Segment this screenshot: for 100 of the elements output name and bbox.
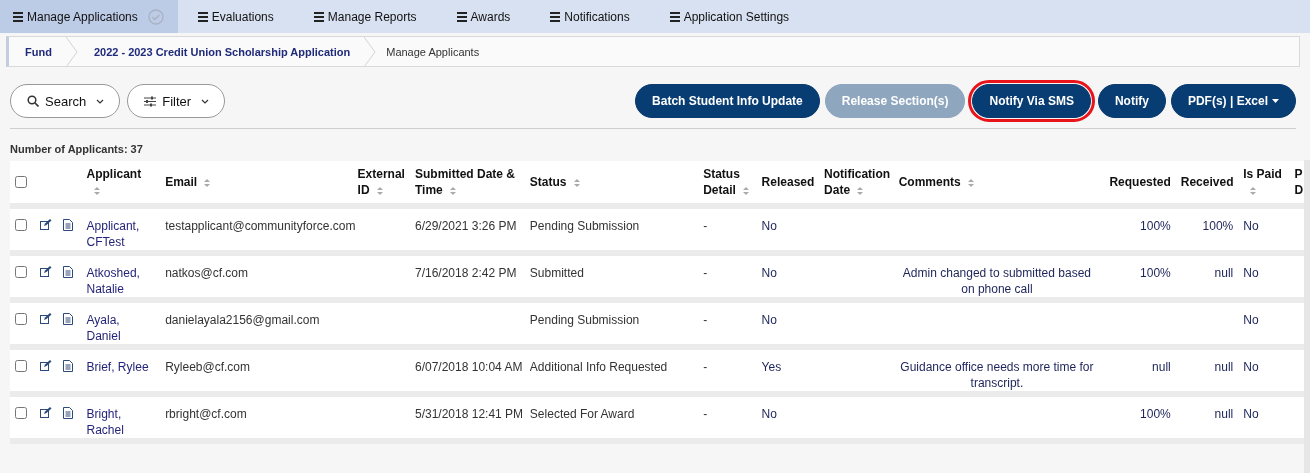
breadcrumb-current: Manage Applicants xyxy=(385,45,481,58)
table-cell: 100% xyxy=(1140,218,1171,234)
checkbox[interactable] xyxy=(15,313,27,325)
sort-icon xyxy=(375,185,384,196)
table-cell: 5/31/2018 12:41 PM xyxy=(415,406,524,422)
checkbox[interactable] xyxy=(15,266,27,278)
column-header[interactable]: Applicant xyxy=(86,166,156,198)
checkbox[interactable] xyxy=(15,407,27,419)
table-cell: - xyxy=(703,218,708,234)
nav-tab[interactable]: Evaluations xyxy=(177,0,294,33)
table-cell: 6/29/2021 3:26 PM xyxy=(415,218,517,234)
table-cell: No xyxy=(1243,359,1259,375)
table-cell: Selected For Award xyxy=(529,406,635,422)
nav-tab[interactable]: Manage Reports xyxy=(293,0,437,33)
column-header[interactable]: Status Detail xyxy=(703,166,752,198)
table-cell: Yes xyxy=(761,359,782,375)
menu-icon xyxy=(456,10,467,23)
search-button[interactable]: Search xyxy=(10,84,121,118)
table-cell: natkos@cf.com xyxy=(165,265,248,281)
table-cell: No xyxy=(1243,312,1259,328)
sliders-icon xyxy=(144,95,157,107)
table-cell-text: Admin changed to submitted based on phone call xyxy=(901,265,1092,297)
sort-icon xyxy=(203,177,212,188)
document-icon[interactable] xyxy=(63,407,74,419)
edit-icon[interactable] xyxy=(40,407,53,418)
document-icon[interactable] xyxy=(63,313,74,325)
checkbox[interactable] xyxy=(15,219,27,231)
column-header[interactable]: P D xyxy=(1294,166,1304,198)
table-cell: No xyxy=(1243,406,1259,422)
nav-tab[interactable]: Manage Applications xyxy=(0,0,178,33)
action-button[interactable]: Notify xyxy=(1097,84,1166,118)
edit-icon[interactable] xyxy=(40,313,53,324)
applicant-link[interactable]: Applicant, CFTest xyxy=(86,218,156,250)
document-icon[interactable] xyxy=(63,219,74,231)
search-icon xyxy=(27,95,39,107)
table-cell: - xyxy=(703,265,708,281)
sort-icon xyxy=(572,177,581,188)
menu-icon xyxy=(550,10,561,23)
table-cell: No xyxy=(761,406,777,422)
menu-icon xyxy=(197,10,208,23)
applicant-link[interactable]: Atkoshed, Natalie xyxy=(86,265,156,297)
sort-icon xyxy=(966,177,975,188)
column-header[interactable]: External ID xyxy=(357,166,405,198)
column-header[interactable]: Email xyxy=(165,174,348,190)
sort-icon xyxy=(92,185,101,196)
table-cell: No xyxy=(761,265,777,281)
table-cell: - xyxy=(703,406,708,422)
applicant-link[interactable]: Bright, Rachel xyxy=(86,406,156,438)
table-cell: rbright@cf.com xyxy=(165,406,247,422)
column-header[interactable]: Submitted Date & Time xyxy=(415,166,520,198)
table-cell: null xyxy=(1214,359,1234,375)
document-icon[interactable] xyxy=(63,360,74,372)
breadcrumb-link[interactable]: Fund xyxy=(9,45,68,58)
table-cell: No xyxy=(761,312,777,328)
menu-icon xyxy=(669,10,680,23)
action-button[interactable]: Batch Student Info Update xyxy=(635,84,820,118)
column-header[interactable]: Comments xyxy=(898,174,1096,190)
menu-icon xyxy=(13,10,23,23)
table-cell: Submitted xyxy=(529,265,584,281)
table-cell-text: Guidance office needs more time for transcript. xyxy=(899,359,1095,391)
check-circle-icon xyxy=(147,8,164,25)
table-cell: Pending Submission xyxy=(529,218,640,234)
edit-icon[interactable] xyxy=(40,219,53,230)
checkbox[interactable] xyxy=(15,360,27,372)
table-cell: - xyxy=(703,359,708,375)
table-cell: 100% xyxy=(1140,406,1171,422)
applicant-link[interactable]: Ayala, Daniel xyxy=(86,312,156,344)
column-header[interactable]: Released xyxy=(761,174,815,190)
filter-button[interactable]: Filter xyxy=(127,84,226,118)
nav-tab[interactable]: Awards xyxy=(436,0,531,33)
breadcrumb-link[interactable]: 2022 - 2023 Credit Union Scholarship Application xyxy=(77,45,367,58)
nav-tab[interactable]: Application Settings xyxy=(649,0,810,33)
scrollbar[interactable] xyxy=(1304,160,1310,473)
sort-icon xyxy=(448,185,457,196)
table-cell: testapplicant@communityforce.com xyxy=(165,218,356,234)
menu-icon xyxy=(313,10,324,23)
table-cell: 100% xyxy=(1140,265,1171,281)
nav-tab[interactable]: Notifications xyxy=(530,0,650,33)
edit-icon[interactable] xyxy=(40,266,53,277)
document-icon[interactable] xyxy=(63,266,74,278)
table-cell: null xyxy=(1214,265,1234,281)
table-cell: Pending Submission xyxy=(529,312,640,328)
sort-icon xyxy=(1249,185,1258,196)
caret-down-icon xyxy=(201,98,210,104)
checkbox[interactable] xyxy=(15,176,27,188)
table-cell: No xyxy=(1243,265,1259,281)
column-header[interactable]: Status xyxy=(529,174,694,190)
column-header[interactable]: Received xyxy=(1180,174,1234,190)
table-cell: null xyxy=(1214,406,1234,422)
column-header[interactable]: Notification Date xyxy=(824,166,889,198)
table-cell: No xyxy=(1243,218,1259,234)
edit-icon[interactable] xyxy=(40,360,53,371)
column-header[interactable]: Is Paid xyxy=(1243,166,1285,198)
table-cell: 100% xyxy=(1202,218,1234,234)
table-cell: No xyxy=(761,218,777,234)
applicant-link[interactable]: Brief, Rylee xyxy=(86,359,149,375)
table-cell: 7/16/2018 2:42 PM xyxy=(415,265,517,281)
applicant-count: Number of Applicants: 37 xyxy=(9,142,144,157)
column-header[interactable]: Requested xyxy=(1105,174,1171,190)
action-button[interactable]: PDF(s) | Excel xyxy=(1170,84,1296,118)
